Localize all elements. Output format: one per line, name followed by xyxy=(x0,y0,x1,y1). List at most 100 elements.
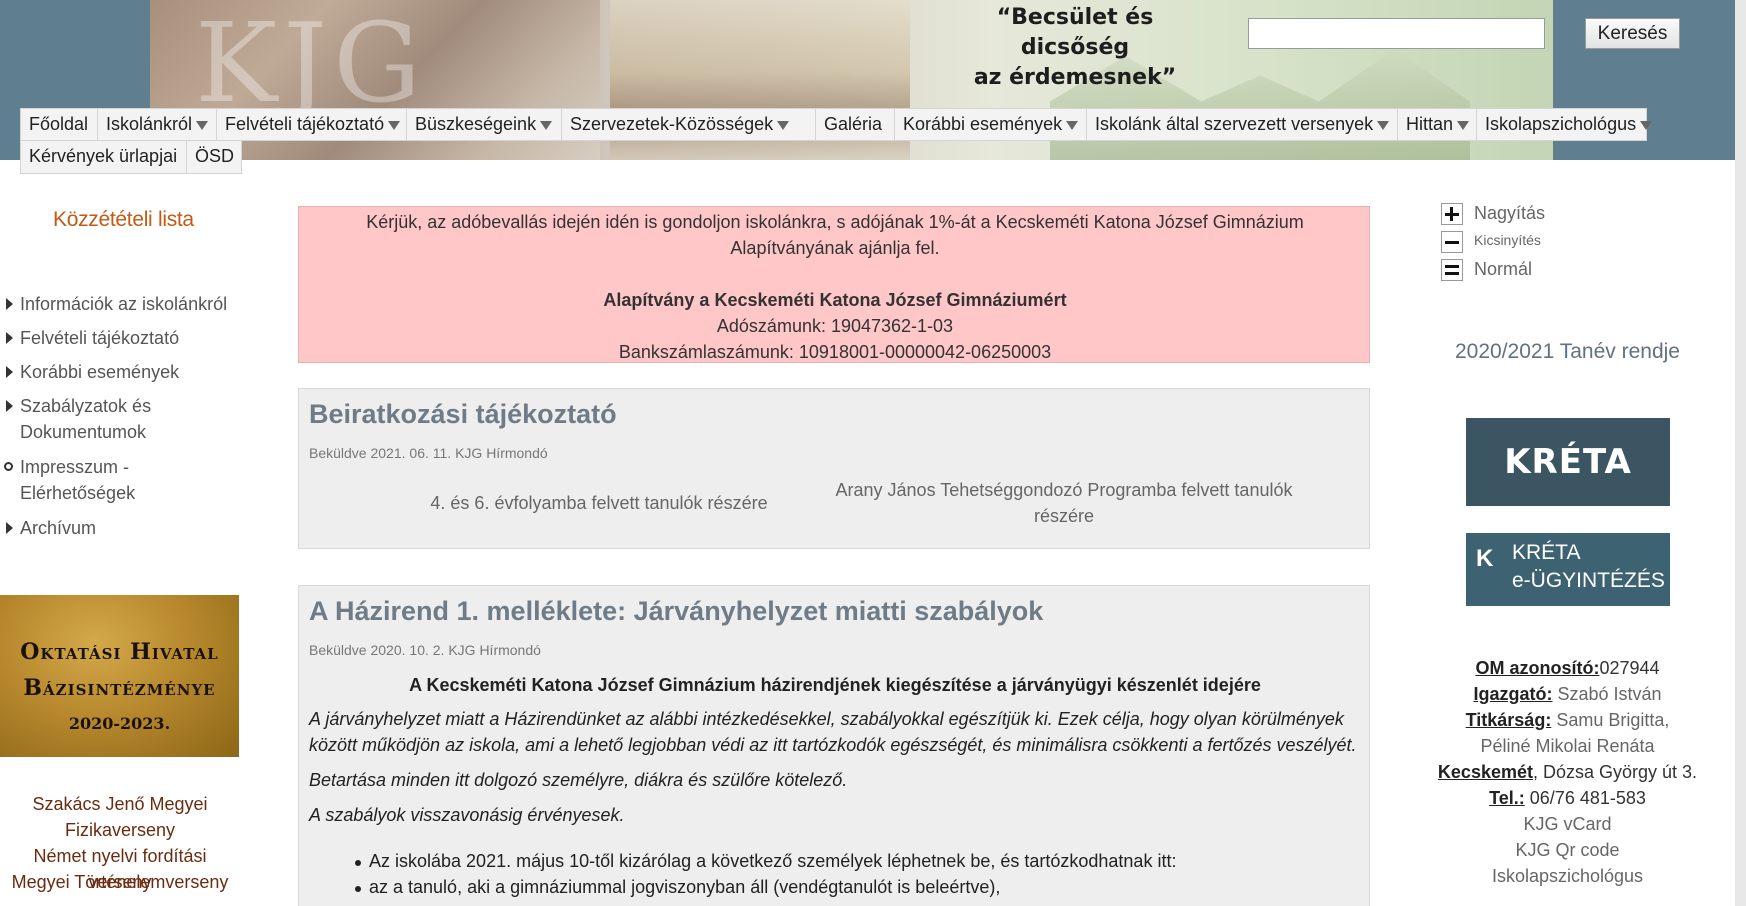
badge-line-2: Bázisintézménye xyxy=(23,675,216,701)
nav-item-kervenyek[interactable]: Kérvények ürlapjai xyxy=(20,140,187,174)
sidebar-item-label: Archívum xyxy=(20,518,97,538)
dropdown-arrow-icon xyxy=(777,120,790,130)
article-hazirend: A Házirend 1. melléklete: Járványhelyzet… xyxy=(298,585,1370,906)
vcard-link[interactable]: KJG vCard xyxy=(1430,811,1705,837)
dropdown-arrow-icon xyxy=(1377,120,1390,130)
kreta-eugyintezes-link[interactable]: K KRÉTA e-ÜGYINTÉZÉS xyxy=(1466,533,1670,606)
donation-notice: Kérjük, az adóbevallás idején idén is go… xyxy=(298,206,1370,363)
dropdown-arrow-icon xyxy=(388,120,401,130)
nav-item-osd[interactable]: ÖSD xyxy=(186,140,242,174)
article-title[interactable]: A Házirend 1. melléklete: Járványhelyzet… xyxy=(309,596,1043,627)
sidebar-item-korabbi-esemenyek[interactable]: Korábbi események xyxy=(6,359,250,385)
badge-line-3: 2020-2023. xyxy=(68,714,171,733)
address-value: , Dózsa György út 3. xyxy=(1532,762,1698,782)
sidebar-item-archivum[interactable]: Archívum xyxy=(6,515,250,541)
nav-item-iskolapszichologus[interactable]: Iskolapszichológus xyxy=(1476,108,1653,141)
nav-item-szervezetek[interactable]: Szervezetek-Közösségek xyxy=(561,108,816,141)
circle-bullet-icon xyxy=(4,462,13,471)
sidebar-item-label: Információk az iskolánkról xyxy=(20,294,228,314)
contact-secretary-2: Péliné Mikolai Renáta xyxy=(1480,736,1655,756)
nav-label: Főoldal xyxy=(29,114,89,134)
sidebar-item-impresszum[interactable]: Impresszum - Elérhetőségek xyxy=(4,454,170,506)
zoom-out-icon[interactable] xyxy=(1441,231,1463,253)
sidebar-item-label: Impresszum - Elérhetőségek xyxy=(20,457,136,503)
phone-label: Tel.: xyxy=(1489,788,1525,808)
nav-item-iskolankrol[interactable]: Iskolánkról xyxy=(97,108,217,141)
zoom-in-icon[interactable] xyxy=(1441,203,1463,225)
nav-item-buszkesegeink[interactable]: Büszkeségeink xyxy=(406,108,562,141)
director-value: Szabó István xyxy=(1557,684,1662,704)
foundation-name: Alapítvány a Kecskeméti Katona József Gi… xyxy=(603,290,1067,310)
triangle-right-icon xyxy=(6,298,13,310)
nav-item-fooldal[interactable]: Főoldal xyxy=(20,108,98,141)
zoom-in-link[interactable]: Nagyítás xyxy=(1474,203,1545,224)
contact-address: Kecskemét, Dózsa György út 3. xyxy=(1430,759,1705,785)
zoom-normal-icon[interactable] xyxy=(1441,259,1463,281)
link-4-6-evfolyam[interactable]: 4. és 6. évfolyamba felvett tanulók rész… xyxy=(399,490,799,516)
sidebar-item-label: Korábbi események xyxy=(20,362,180,382)
city-label: Kecskemét xyxy=(1437,762,1533,782)
nav-label: Büszkeségeink xyxy=(415,114,537,134)
triangle-right-icon xyxy=(6,366,13,378)
om-label: OM azonosító: xyxy=(1475,658,1600,678)
oktatasi-hivatal-badge[interactable]: Oktatási Hivatal Bázisintézménye 2020-20… xyxy=(0,595,239,757)
sidebar-item-informaciok[interactable]: Információk az iskolánkról xyxy=(6,291,250,317)
nav-label: Iskolánkról xyxy=(106,114,193,134)
link-megyei-tortenelemverseny[interactable]: Megyei Történelemverseny xyxy=(0,869,240,895)
zoom-normal-link[interactable]: Normál xyxy=(1474,259,1532,280)
article-heading: A Kecskeméti Katona József Gimnázium ház… xyxy=(409,675,1261,695)
badge-line-1: Oktatási Hivatal xyxy=(20,639,219,665)
nav-label: Felvételi tájékoztató xyxy=(225,114,385,134)
link-arany-janos-program[interactable]: Arany János Tehetséggondozó Programba fe… xyxy=(829,477,1299,529)
nav-item-hittan[interactable]: Hittan xyxy=(1397,108,1477,141)
kreta-logo-link[interactable]: KRÉTA xyxy=(1466,418,1670,506)
article-title[interactable]: Beiratkozási tájékoztató xyxy=(309,399,617,430)
iskolapszichologus-link[interactable]: Iskolapszichológus xyxy=(1430,863,1705,889)
director-label: Igazgató: xyxy=(1473,684,1553,704)
nav-item-korabbi-esemenyek[interactable]: Korábbi események xyxy=(894,108,1087,141)
secretary-label: Titkárság: xyxy=(1465,710,1552,730)
link-line: Fizikaverseny xyxy=(64,820,176,840)
vertical-scrollbar[interactable] xyxy=(1735,0,1746,906)
nav-label: Iskolapszichológus xyxy=(1485,114,1637,134)
nav-label: Hittan xyxy=(1406,114,1454,134)
zoom-out-link[interactable]: Kicsinyítés xyxy=(1474,232,1541,248)
sidebar-item-felveteli[interactable]: Felvételi tájékoztató xyxy=(6,325,250,351)
bank-account: Bankszámlaszámunk: 10918001-00000042-062… xyxy=(618,342,1052,362)
triangle-right-icon xyxy=(6,400,13,412)
article-meta: Beküldve 2020. 10. 2. KJG Hírmondó xyxy=(309,642,541,658)
contact-secretary: Titkárság: Samu Brigitta, xyxy=(1430,707,1705,733)
nav-item-felveteli[interactable]: Felvételi tájékoztató xyxy=(216,108,407,141)
motto-line-1: “Becsület és dicsőség xyxy=(996,5,1154,60)
nav-label: Iskolánk által szervezett versenyek xyxy=(1095,114,1374,134)
motto: “Becsület és dicsőség az érdemesnek” xyxy=(940,3,1210,93)
donation-text: Kérjük, az adóbevallás idején idén is go… xyxy=(366,212,1304,258)
nav-label: Szervezetek-Közösségek xyxy=(570,114,774,134)
motto-line-2: az érdemesnek” xyxy=(973,65,1177,90)
contact-director: Igazgató: Szabó István xyxy=(1430,681,1705,707)
banner-logo-letters: KJG xyxy=(195,0,428,127)
sidebar-item-label: Felvételi tájékoztató xyxy=(20,328,180,348)
list-item-text: Az iskolába 2021. május 10-től kizárólag… xyxy=(369,851,1177,871)
triangle-right-icon xyxy=(6,332,13,344)
om-value: 027944 xyxy=(1599,658,1660,678)
article-meta: Beküldve 2021. 06. 11. KJG Hírmondó xyxy=(309,445,548,461)
nav-label: ÖSD xyxy=(195,146,235,166)
nav-item-versenyek[interactable]: Iskolánk által szervezett versenyek xyxy=(1086,108,1398,141)
nav-item-galeria[interactable]: Galéria xyxy=(815,108,895,141)
kreta2-line-2: e-ÜGYINTÉZÉS xyxy=(1512,569,1665,592)
search-input[interactable] xyxy=(1248,18,1545,49)
nav-label: Korábbi események xyxy=(903,114,1063,134)
publication-list-link[interactable]: Közzétételi lista xyxy=(53,208,194,232)
tanev-rendje-link[interactable]: 2020/2021 Tanév rendje xyxy=(1430,340,1705,364)
link-szakacs-jeno-fizikaverseny[interactable]: Szakács Jenő Megyei Fizikaverseny xyxy=(0,791,240,843)
kreta-k-icon: K xyxy=(1476,545,1494,572)
dropdown-arrow-icon xyxy=(540,120,553,130)
sidebar-item-label: Szabályzatok és Dokumentumok xyxy=(20,396,152,442)
article-list-item: az a tanuló, aki a gimnáziummal jogviszo… xyxy=(355,877,1000,898)
contact-om: OM azonosító:027944 xyxy=(1430,655,1705,681)
dropdown-arrow-icon xyxy=(1066,120,1079,130)
search-button[interactable]: Keresés xyxy=(1585,18,1680,49)
qr-code-link[interactable]: KJG Qr code xyxy=(1430,837,1705,863)
sidebar-item-szabalyzatok[interactable]: Szabályzatok és Dokumentumok xyxy=(6,393,210,445)
